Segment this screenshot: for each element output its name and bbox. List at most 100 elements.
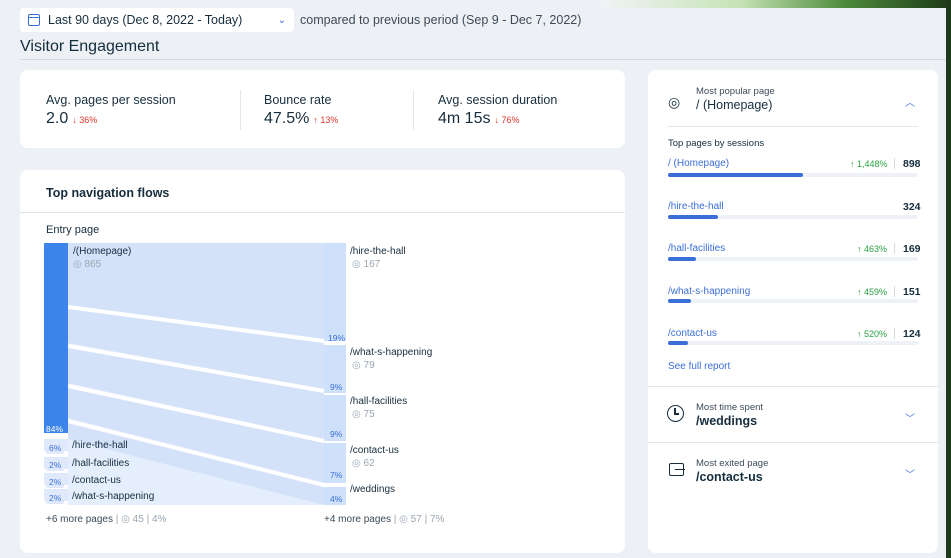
metric-bounce-rate: Bounce rate 47.5% ↑ 13% (264, 93, 338, 128)
page-change: ↑ 463% (857, 244, 888, 254)
page-bar-track (668, 215, 918, 219)
entry-pct: 2% (46, 492, 65, 504)
divider (648, 386, 938, 387)
page-change: ↑ 520% (857, 329, 888, 339)
page-link[interactable]: /what-s-happening (668, 286, 750, 297)
page-edge-decoration (946, 0, 951, 558)
target-page-name: /weddings (350, 484, 396, 495)
eye-icon: ◎ (352, 458, 361, 469)
target-page-views: ◎ 75 (352, 409, 375, 420)
page-bar-track (668, 299, 918, 303)
page-bar-track (668, 173, 918, 177)
metric-label: Avg. session duration (438, 93, 558, 107)
eye-icon: ◎ (352, 409, 361, 420)
target-page-name: /hire-the-hall (350, 246, 406, 257)
exited-page: /contact-us (696, 470, 763, 484)
metric-value: 47.5% (264, 110, 310, 127)
page-link[interactable]: /hire-the-hall (668, 201, 724, 212)
date-range-dropdown[interactable]: Last 90 days (Dec 8, 2022 - Today) ⌄ (20, 8, 294, 32)
page-change: ↑ 459% (857, 287, 888, 297)
page-count: 124 (903, 328, 921, 340)
page-count: 898 (903, 158, 921, 170)
entry-bar[interactable] (44, 243, 68, 433)
chevron-down-icon: ⌄ (277, 14, 286, 26)
target-page-name: /what-s-happening (350, 347, 433, 358)
target-pct: 7% (330, 470, 343, 480)
clock-icon (667, 405, 684, 422)
page-bar-fill (668, 257, 696, 261)
page-link[interactable]: /contact-us (668, 328, 717, 339)
page-title: Visitor Engagement (20, 38, 160, 55)
target-more-pages[interactable]: +4 more pages | ◎ 57 | 7% (324, 514, 444, 525)
metric-pages-per-session: Avg. pages per session 2.0 ↓ 36% (46, 93, 176, 128)
exit-icon (669, 463, 685, 476)
page-bar-fill (668, 299, 691, 303)
see-full-report-link[interactable]: See full report (668, 361, 730, 372)
entry-page-name: /what-s-happening (72, 491, 155, 502)
target-page-name: /contact-us (350, 445, 399, 456)
page-bar-track (668, 257, 918, 261)
metric-session-duration: Avg. session duration 4m 15s ↓ 76% (438, 93, 557, 128)
target-pct: 9% (330, 382, 343, 392)
entry-pct: 2% (46, 476, 65, 488)
page-bar-fill (668, 215, 718, 219)
entry-page-name: /hall-facilities (72, 458, 130, 469)
metric-value: 2.0 (46, 110, 69, 127)
entry-page-name: /contact-us (72, 475, 121, 486)
entry-page-pct: 84% (46, 424, 64, 434)
eye-icon: ◎ (352, 259, 361, 270)
target-pct: 9% (330, 429, 343, 439)
flows-divider (20, 212, 625, 213)
divider (894, 328, 895, 339)
popular-page: / (Homepage) (696, 98, 773, 112)
time-spent-page: /weddings (696, 414, 758, 428)
eye-icon: ◎ (352, 360, 361, 371)
page-count: 324 (903, 201, 921, 213)
metric-label: Bounce rate (264, 93, 332, 107)
divider (668, 126, 918, 127)
entry-pct: 2% (46, 459, 65, 471)
target-page-views: ◎ 79 (352, 360, 375, 371)
target-page-views: ◎ 62 (352, 458, 375, 469)
flows-title: Top navigation flows (46, 186, 170, 200)
entry-page-name: /(Homepage) (73, 246, 132, 257)
page-count: 169 (903, 243, 921, 255)
page-bar-fill (668, 341, 688, 345)
entry-more-pages[interactable]: +6 more pages | ◎ 45 | 4% (46, 514, 166, 525)
chevron-up-icon[interactable]: ︿ (905, 94, 915, 109)
metric-divider (240, 90, 241, 130)
date-range-label: Last 90 days (Dec 8, 2022 - Today) (48, 13, 243, 27)
title-divider (20, 59, 946, 60)
target-pct: 19% (328, 333, 346, 343)
metric-label: Avg. pages per session (46, 93, 176, 107)
divider (894, 286, 895, 297)
page-change: ↑ 1,448% (850, 159, 888, 169)
top-pages-heading: Top pages by sessions (668, 138, 765, 149)
metric-value: 4m 15s (438, 110, 491, 127)
metric-delta: ↑ 13% (313, 115, 339, 125)
entry-page-label: Entry page (46, 224, 100, 236)
divider (894, 158, 895, 169)
page-link[interactable]: / (Homepage) (668, 158, 729, 169)
divider (648, 442, 938, 443)
eye-icon: ◎ (73, 259, 82, 270)
target-bar[interactable] (324, 243, 346, 341)
metric-divider (413, 90, 414, 130)
page-bar-track (668, 341, 918, 345)
popular-heading: Most popular page (696, 86, 775, 97)
chevron-down-icon[interactable]: ﹀ (905, 410, 915, 425)
page-link[interactable]: /hall-facilities (668, 243, 725, 254)
metrics-card: Avg. pages per session 2.0 ↓ 36% Bounce r… (20, 70, 625, 148)
entry-page-views: ◎ 865 (73, 259, 102, 270)
metric-delta: ↓ 76% (494, 115, 520, 125)
divider (894, 243, 895, 254)
calendar-icon (28, 14, 40, 26)
target-pct: 4% (330, 494, 343, 504)
target-page-name: /hall-facilities (350, 396, 408, 407)
time-spent-heading: Most time spent (696, 402, 764, 413)
comparison-label: compared to previous period (Sep 9 - Dec… (300, 13, 582, 27)
entry-page-name: /hire-the-hall (72, 440, 128, 451)
target-page-views: ◎ 167 (352, 259, 381, 270)
page-bar-fill (668, 173, 803, 177)
chevron-down-icon[interactable]: ﹀ (905, 466, 915, 481)
